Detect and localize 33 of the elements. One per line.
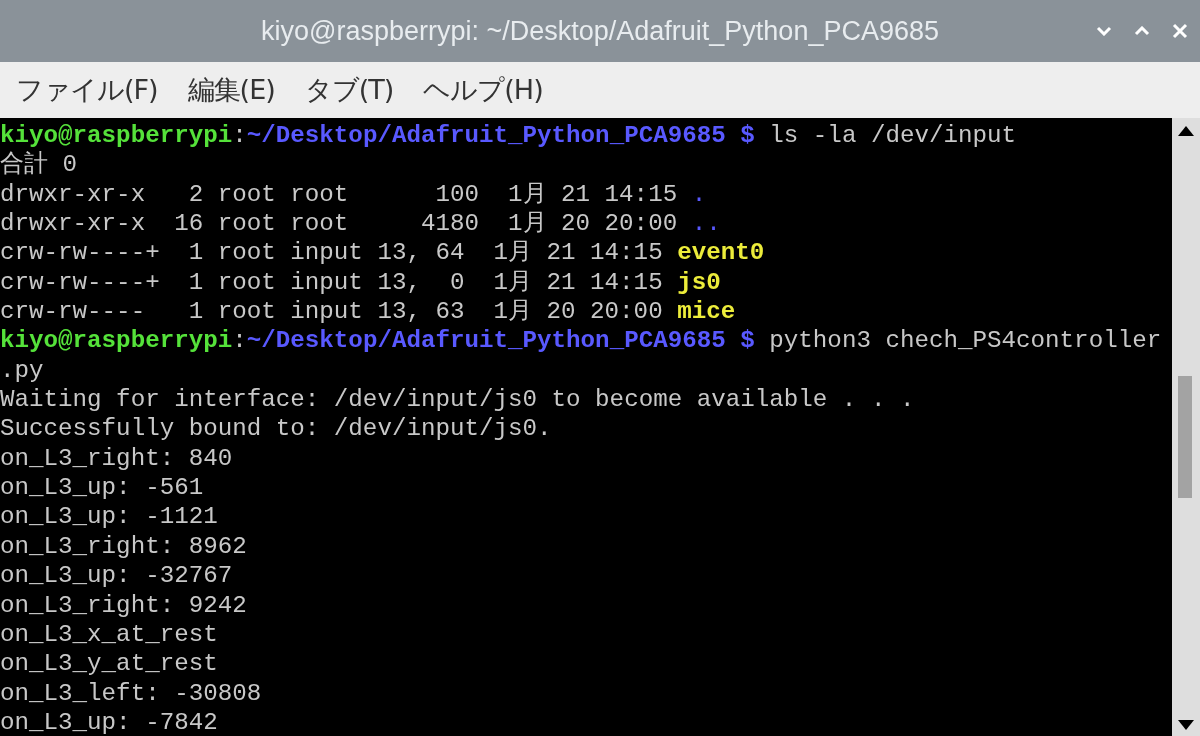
- terminal-line: on_L3_right: 840: [0, 443, 234, 474]
- terminal-line: on_L3_up: -1121: [0, 502, 219, 532]
- window-title: kiyo@raspberrypi: ~/Desktop/Adafruit_Python_PCA9685: [261, 15, 939, 48]
- scrollbar-thumb[interactable]: [1178, 376, 1192, 498]
- terminal-line: on_L3_right: 8962: [0, 531, 248, 562]
- scroll-up-icon[interactable]: [1178, 126, 1194, 136]
- terminal-line: crw-rw----+ 1 root input 13, 0 1月 21 14:15 js0: [0, 267, 722, 298]
- terminal-line: on_L3_up: -561: [0, 473, 205, 503]
- scroll-down-icon[interactable]: [1178, 720, 1194, 730]
- terminal-line: on_L3_up: -7842: [0, 707, 219, 736]
- menu-item[interactable]: 編集(E): [185, 72, 277, 108]
- menu-item[interactable]: ファイル(F): [14, 72, 160, 108]
- menu-item[interactable]: ヘルプ(H): [421, 72, 545, 108]
- minimize-icon[interactable]: [1096, 26, 1112, 36]
- terminal-line: kiyo@raspberrypi:~/Desktop/Adafruit_Python_PCA9685 $ python3 chech_PS4controller: [0, 326, 1163, 356]
- terminal-line: .py: [0, 355, 45, 386]
- terminal-line: 合計 0: [0, 150, 79, 180]
- terminal-line: drwxr-xr-x 2 root root 100 1月 21 14:15 .: [0, 179, 708, 210]
- terminal-line: drwxr-xr-x 16 root root 4180 1月 20 20:00 ..: [0, 209, 722, 239]
- close-icon[interactable]: [1172, 23, 1188, 39]
- terminal-line: on_L3_up: -32767: [0, 561, 234, 591]
- terminal-line: on_L3_y_at_rest: [0, 649, 219, 679]
- terminal-line: on_L3_x_at_rest: [0, 619, 219, 650]
- terminal-line: on_L3_left: -30808: [0, 678, 263, 708]
- scrollbar[interactable]: [1172, 118, 1200, 736]
- terminal-line: Successfully bound to: /dev/input/js0.: [0, 414, 553, 444]
- menu-item[interactable]: タブ(T): [302, 72, 396, 108]
- terminal-line: on_L3_right: 9242: [0, 590, 248, 620]
- terminal-line: crw-rw----+ 1 root input 13, 64 1月 21 14:15 event0: [0, 238, 766, 268]
- terminal-line: Waiting for interface: /dev/input/js0 to become available . . .: [0, 385, 916, 415]
- terminal-line: kiyo@raspberrypi:~/Desktop/Adafruit_Python_PCA9685 $ ls -la /dev/input: [0, 121, 1018, 151]
- maximize-icon[interactable]: [1134, 26, 1150, 36]
- terminal-line: crw-rw---- 1 root input 13, 63 1月 20 20:00 mice: [0, 297, 737, 327]
